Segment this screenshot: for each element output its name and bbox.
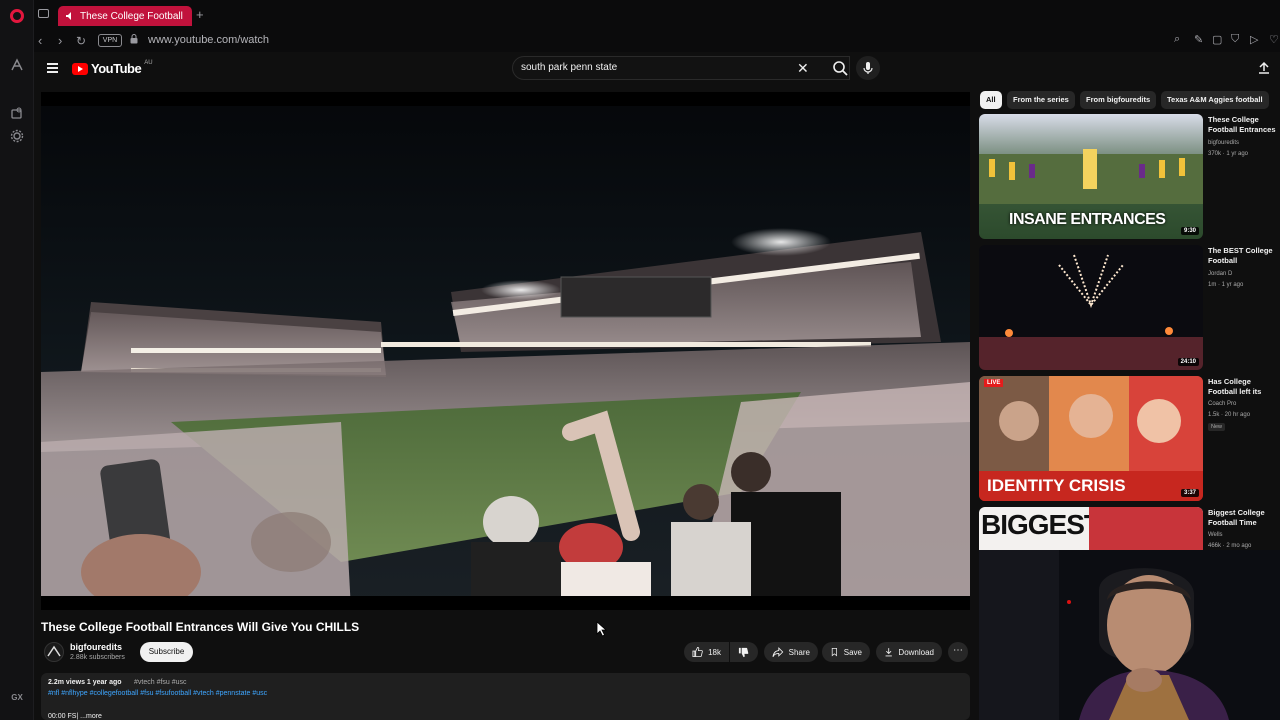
tab-title: These College Football (80, 10, 183, 22)
speaker-icon[interactable] (66, 12, 74, 20)
new-tab-button[interactable]: + (196, 8, 204, 22)
video-duration: 9:30 (1180, 227, 1199, 235)
upload-icon[interactable] (1256, 60, 1272, 76)
snapshot-icon[interactable]: ▢ (1212, 33, 1222, 46)
address-bar-row: ‹ › ↻ VPN www.youtube.com/watch ⌕ ✎ ▢ ⛉ … (34, 30, 1280, 52)
rec-meta: 1m · 1 yr ago (1208, 282, 1244, 288)
thumbs-down-icon (738, 647, 749, 657)
description-more[interactable]: 00:00 FS| ...more (48, 713, 102, 720)
reload-icon[interactable]: ↻ (76, 33, 86, 49)
forward-icon[interactable]: › (58, 33, 62, 49)
download-icon (885, 648, 892, 657)
chip-from-series[interactable]: From the series (1007, 91, 1075, 109)
zoom-icon[interactable]: ⌕ (1174, 33, 1180, 46)
save-button[interactable]: Save (822, 642, 870, 662)
rec-title[interactable]: These College Football Entrances Will Gi… (1208, 115, 1280, 135)
extensions-icon[interactable] (9, 106, 25, 122)
subscribe-button[interactable]: Subscribe (140, 642, 193, 662)
thumbs-up-icon (692, 646, 703, 658)
video-player[interactable] (41, 92, 970, 610)
video-title: These College Football Entrances Will Gi… (41, 620, 360, 634)
download-button[interactable]: Download (876, 642, 942, 662)
like-button[interactable]: 18k (684, 642, 729, 662)
menu-icon[interactable] (47, 63, 58, 73)
video-duration: 24:10 (1177, 358, 1199, 366)
channel-avatar[interactable] (44, 642, 64, 662)
tab-youtube-active[interactable]: These College Football (58, 6, 192, 26)
fireworks-thumb (979, 254, 1203, 370)
tab-bar: These College Football + (34, 0, 1280, 30)
region-code: AU (144, 59, 153, 66)
gx-corner-label[interactable]: GX (9, 690, 25, 706)
youtube-masthead: YouTube AU ✕ (34, 52, 1280, 88)
live-badge: LIVE (984, 379, 1004, 387)
thumb-player-photo (1089, 507, 1203, 551)
youtube-play-icon (72, 62, 88, 75)
subscriber-count: 2.88k subscribers (70, 654, 125, 661)
rec-meta: 370k · 1 yr ago (1208, 151, 1249, 157)
webcam-overlay (979, 550, 1280, 720)
rec-meta: 1.5k · 20 hr ago (1208, 412, 1251, 418)
mouse-cursor-icon (596, 621, 608, 637)
back-icon[interactable]: ‹ (38, 33, 42, 49)
video-duration: 3:37 (1180, 489, 1199, 497)
share-label: Share (788, 647, 810, 657)
chip-all[interactable]: All (980, 91, 1002, 109)
workspaces-icon[interactable] (38, 9, 49, 18)
description-box[interactable]: 2.2m views 1 year ago #vtech #fsu #usc #… (41, 673, 970, 720)
thumbnail-text: BIGGEST (981, 509, 1101, 540)
rec-channel[interactable]: Wells (1208, 532, 1223, 538)
youtube-wordmark: YouTube (91, 61, 142, 76)
download-label: Download (898, 647, 934, 657)
bookmark-icon (831, 647, 837, 657)
youtube-logo[interactable]: YouTube AU (72, 59, 153, 76)
rec-thumbnail[interactable]: LIVE IDENTITY CRISIS 3:37 (979, 376, 1203, 501)
settings-gear-icon[interactable] (9, 129, 25, 145)
chip-topic[interactable]: Texas A&M Aggies football (1161, 91, 1269, 109)
rec-channel[interactable]: bigfouredits (1208, 140, 1239, 146)
save-label: Save (843, 647, 862, 657)
search-box[interactable]: ✕ (512, 56, 850, 80)
microphone-icon[interactable] (856, 56, 880, 80)
rec-meta: 466k · 2 mo ago (1208, 543, 1252, 549)
pin-icon[interactable]: ✎ (1194, 33, 1203, 46)
rec-channel[interactable]: Jordan D (1208, 271, 1232, 277)
vpn-badge[interactable]: VPN (98, 34, 122, 47)
chip-from-channel[interactable]: From bigfouredits (1080, 91, 1157, 109)
opera-sidebar: GX (0, 0, 34, 720)
new-badge: New (1208, 423, 1226, 431)
rec-title[interactable]: Has College Football left its teams behi… (1208, 377, 1280, 397)
rec-thumbnail[interactable]: 24:10 (979, 245, 1203, 370)
share-button[interactable]: Share (764, 642, 818, 662)
dislike-button[interactable] (730, 642, 758, 662)
thumbnail-text: INSANE ENTRANCES (1009, 211, 1166, 228)
view-count-age: 2.2m views 1 year ago (48, 679, 122, 686)
stadium-night-frame (41, 92, 970, 610)
description-hashtags[interactable]: #nfl #nflhype #collegefootball #fsu #fsu… (48, 690, 267, 697)
rec-thumbnail[interactable]: INSANE ENTRANCES 9:30 (979, 114, 1203, 239)
rec-title[interactable]: The BEST College Football Crowds/Atmosph… (1208, 246, 1280, 266)
rec-title[interactable]: Biggest College Football Time (1208, 508, 1280, 528)
thumbnail-text: IDENTITY CRISIS (987, 476, 1126, 495)
opera-logo-icon[interactable] (10, 9, 24, 23)
like-count: 18k (708, 647, 721, 657)
aria-icon[interactable] (9, 58, 25, 74)
top-hashtags: #vtech #fsu #usc (134, 679, 187, 686)
search-input[interactable] (521, 62, 781, 73)
rec-channel[interactable]: Coach Pro (1208, 401, 1236, 407)
heart-icon[interactable]: ♡ (1269, 33, 1279, 46)
share-icon (772, 647, 784, 658)
channel-name[interactable]: bigfouredits (70, 642, 122, 652)
lock-icon[interactable] (130, 34, 138, 44)
url-field[interactable]: www.youtube.com/watch (148, 34, 269, 46)
more-actions-icon[interactable]: ⋯ (948, 642, 968, 662)
search-icon[interactable] (829, 57, 851, 79)
clear-search-icon[interactable]: ✕ (797, 60, 809, 76)
shield-icon[interactable]: ⛉ (1231, 33, 1239, 46)
streamer-webcam (979, 550, 1280, 720)
send-icon[interactable]: ▷ (1250, 33, 1258, 46)
rec-thumbnail[interactable]: BIGGEST (979, 507, 1203, 551)
